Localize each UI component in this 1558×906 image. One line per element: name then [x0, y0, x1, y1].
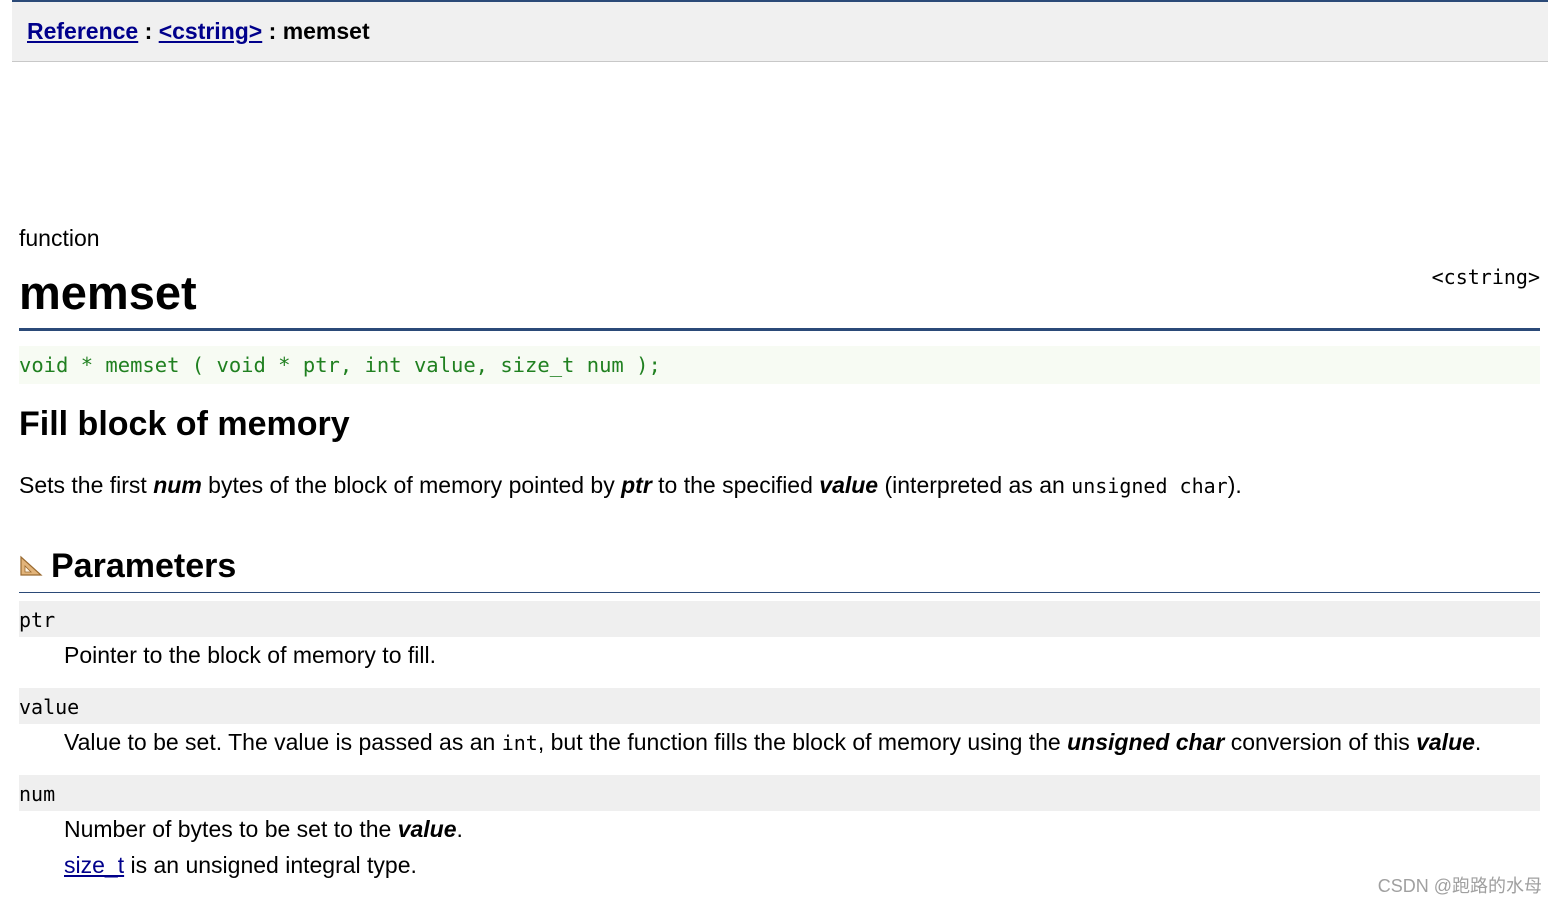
param-emphasis-unsigned-char: unsigned char: [1067, 729, 1225, 755]
desc-param-ptr: ptr: [621, 472, 652, 498]
desc-text: ).: [1227, 472, 1242, 498]
param-desc-num-type: size_t is an unsigned integral type.: [64, 849, 417, 881]
param-text: , but the function fills the block of me…: [537, 729, 1068, 755]
ruler-icon: [19, 554, 43, 578]
param-text: Value to be set. The value is passed as …: [64, 729, 502, 755]
desc-text: Sets the first: [19, 472, 154, 498]
desc-code-type: unsigned char: [1071, 474, 1228, 498]
param-desc-num: Number of bytes to be set to the value.: [64, 813, 463, 845]
entry-kind: function: [19, 225, 100, 251]
param-name-ptr: ptr: [19, 601, 1540, 637]
breadcrumb-current: memset: [282, 18, 370, 44]
header-tag: <cstring>: [1431, 265, 1540, 289]
desc-param-num: num: [153, 472, 202, 498]
title-divider: [19, 328, 1540, 331]
breadcrumb-link-reference[interactable]: Reference: [27, 18, 138, 44]
function-subtitle: Fill block of memory: [19, 405, 350, 443]
size-t-link[interactable]: size_t: [64, 852, 124, 878]
param-text: conversion of this: [1224, 729, 1417, 755]
param-code-int: int: [501, 731, 538, 755]
function-description: Sets the first num bytes of the block of…: [19, 469, 1242, 502]
parameters-divider: [19, 592, 1540, 593]
param-emphasis-value: value: [397, 816, 457, 842]
param-desc-ptr: Pointer to the block of memory to fill.: [64, 642, 436, 668]
param-text: Number of bytes to be set to the: [64, 816, 398, 842]
breadcrumb-link-cstring[interactable]: <cstring>: [159, 18, 263, 44]
function-prototype: void * memset ( void * ptr, int value, s…: [19, 346, 1540, 384]
param-text: is an unsigned integral type.: [124, 852, 417, 878]
param-name-num: num: [19, 775, 1540, 811]
param-text: .: [1474, 729, 1482, 755]
param-name-value: value: [19, 688, 1540, 724]
param-desc-value: Value to be set. The value is passed as …: [64, 726, 1481, 759]
watermark: CSDN @跑路的水母: [1377, 876, 1542, 896]
breadcrumb: Reference : <cstring> : memset: [27, 18, 370, 45]
parameters-heading: Parameters: [19, 543, 236, 589]
page-title: memset: [19, 266, 197, 319]
parameters-title: Parameters: [51, 546, 237, 585]
desc-text: (interpreted as an: [878, 472, 1072, 498]
desc-text: to the specified: [651, 472, 820, 498]
breadcrumb-bar: Reference : <cstring> : memset: [12, 0, 1548, 62]
param-text: .: [456, 816, 463, 842]
desc-text: bytes of the block of memory pointed by: [201, 472, 622, 498]
breadcrumb-separator: :: [268, 18, 277, 44]
param-emphasis-value: value: [1416, 729, 1475, 755]
breadcrumb-separator: :: [144, 18, 153, 44]
desc-param-value: value: [819, 472, 879, 498]
